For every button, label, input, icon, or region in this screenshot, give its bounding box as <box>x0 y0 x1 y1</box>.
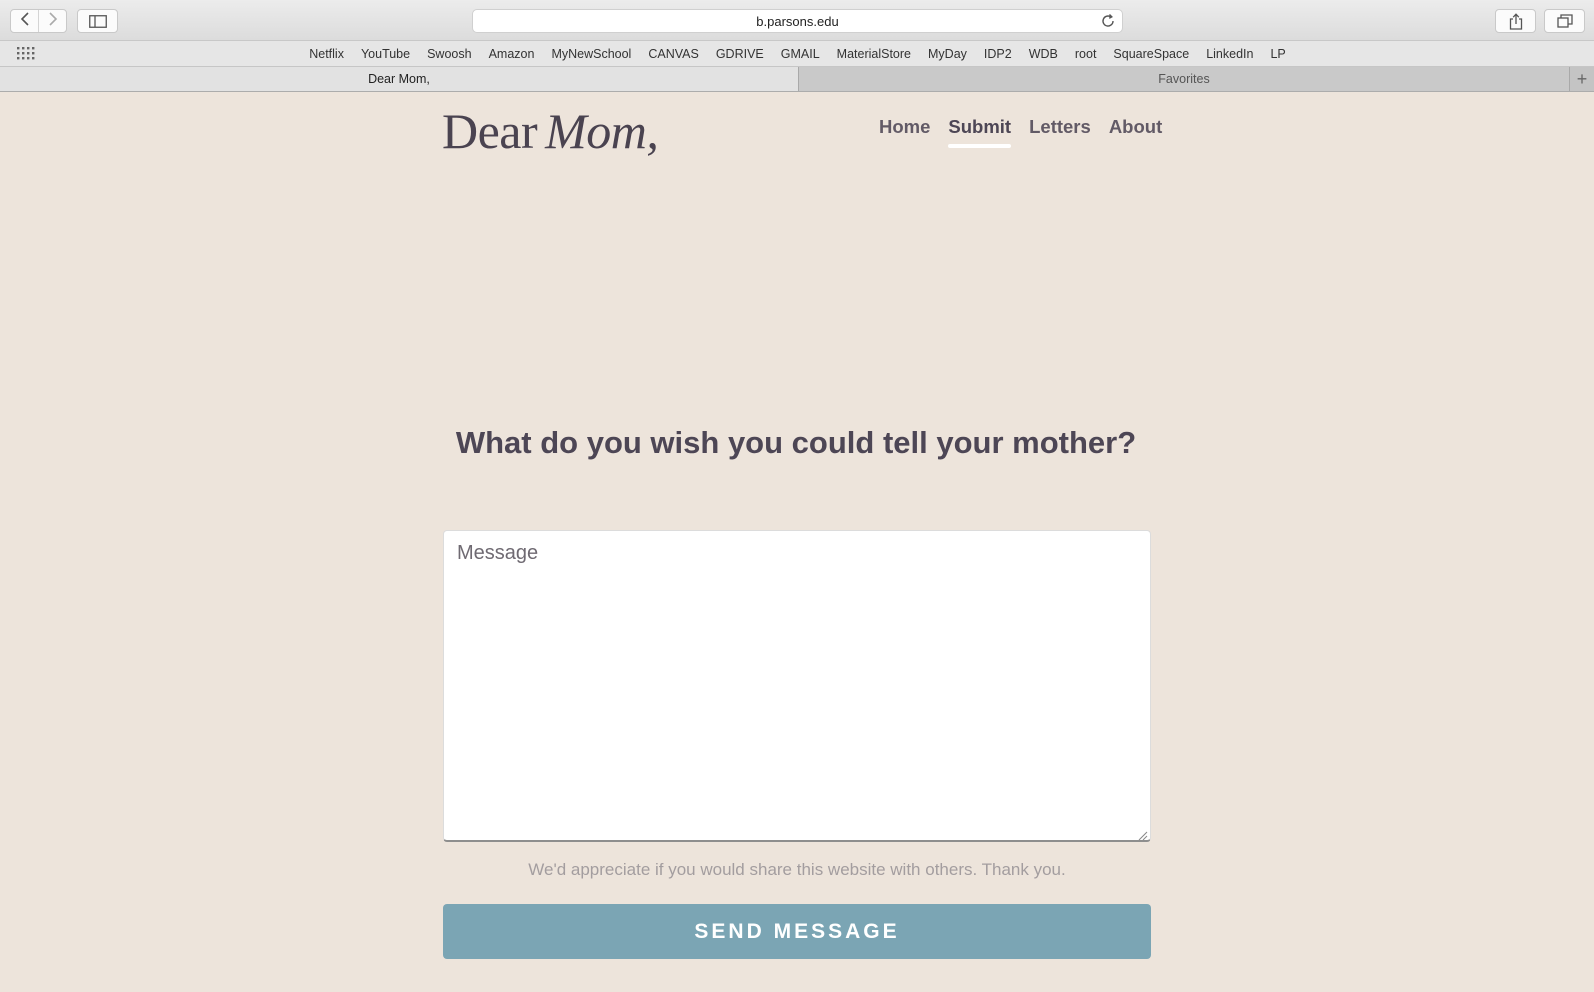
nav-letters[interactable]: Letters <box>1029 116 1091 148</box>
favorite-link[interactable]: WDB <box>1029 47 1058 61</box>
url-text: b.parsons.edu <box>756 13 839 29</box>
reload-icon[interactable] <box>1100 13 1116 29</box>
favorite-link[interactable]: MyDay <box>928 47 967 61</box>
favorite-link[interactable]: YouTube <box>361 47 410 61</box>
tab-bar: Dear Mom, Favorites + <box>0 67 1594 92</box>
favorite-link[interactable]: GDRIVE <box>716 47 764 61</box>
logo-script-text: Mom, <box>545 103 659 159</box>
share-button[interactable] <box>1495 9 1536 33</box>
logo-text: Dear <box>442 103 538 159</box>
favorites-list: Netflix YouTube Swoosh Amazon MyNewSchoo… <box>0 41 1594 67</box>
favorite-link[interactable]: Netflix <box>309 47 344 61</box>
message-field <box>443 530 1151 842</box>
favorite-link[interactable]: LP <box>1270 47 1285 61</box>
favorites-bar: Netflix YouTube Swoosh Amazon MyNewSchoo… <box>0 41 1594 67</box>
page-heading: What do you wish you could tell your mot… <box>455 425 1137 460</box>
favorite-link[interactable]: Swoosh <box>427 47 471 61</box>
nav-submit[interactable]: Submit <box>948 116 1011 148</box>
message-textarea[interactable] <box>444 531 1150 840</box>
tab-dear-mom[interactable]: Dear Mom, <box>0 67 799 91</box>
tabs-overview-button[interactable] <box>1544 9 1585 33</box>
site-logo[interactable]: Dear Mom, <box>442 102 659 160</box>
forward-button[interactable] <box>38 10 66 32</box>
chevron-right-icon <box>48 11 58 31</box>
favorite-link[interactable]: MaterialStore <box>837 47 911 61</box>
address-bar[interactable]: b.parsons.edu <box>472 9 1123 33</box>
browser-toolbar: b.parsons.edu <box>0 0 1594 41</box>
new-tab-button[interactable]: + <box>1570 67 1594 91</box>
favorite-link[interactable]: MyNewSchool <box>551 47 631 61</box>
history-buttons <box>10 9 67 33</box>
resize-handle-icon[interactable] <box>1138 828 1148 841</box>
share-icon <box>1509 12 1523 30</box>
sidebar-icon <box>88 14 107 28</box>
sidebar-button[interactable] <box>77 9 118 33</box>
favorite-link[interactable]: root <box>1075 47 1097 61</box>
tabs-overview-icon <box>1556 14 1573 28</box>
favorite-link[interactable]: IDP2 <box>984 47 1012 61</box>
favorite-link[interactable]: LinkedIn <box>1206 47 1253 61</box>
favorite-link[interactable]: SquareSpace <box>1113 47 1189 61</box>
nav-home[interactable]: Home <box>879 116 930 148</box>
tab-favorites[interactable]: Favorites <box>799 67 1570 91</box>
plus-icon: + <box>1576 68 1588 89</box>
back-button[interactable] <box>11 10 38 32</box>
main-nav: Home Submit Letters About <box>879 116 1162 148</box>
chevron-left-icon <box>20 11 30 31</box>
share-note: We'd appreciate if you would share this … <box>528 860 1066 879</box>
favorite-link[interactable]: Amazon <box>489 47 535 61</box>
nav-about[interactable]: About <box>1109 116 1162 148</box>
favorite-link[interactable]: GMAIL <box>781 47 820 61</box>
send-message-button[interactable]: SEND MESSAGE <box>443 904 1151 959</box>
favorite-link[interactable]: CANVAS <box>648 47 698 61</box>
